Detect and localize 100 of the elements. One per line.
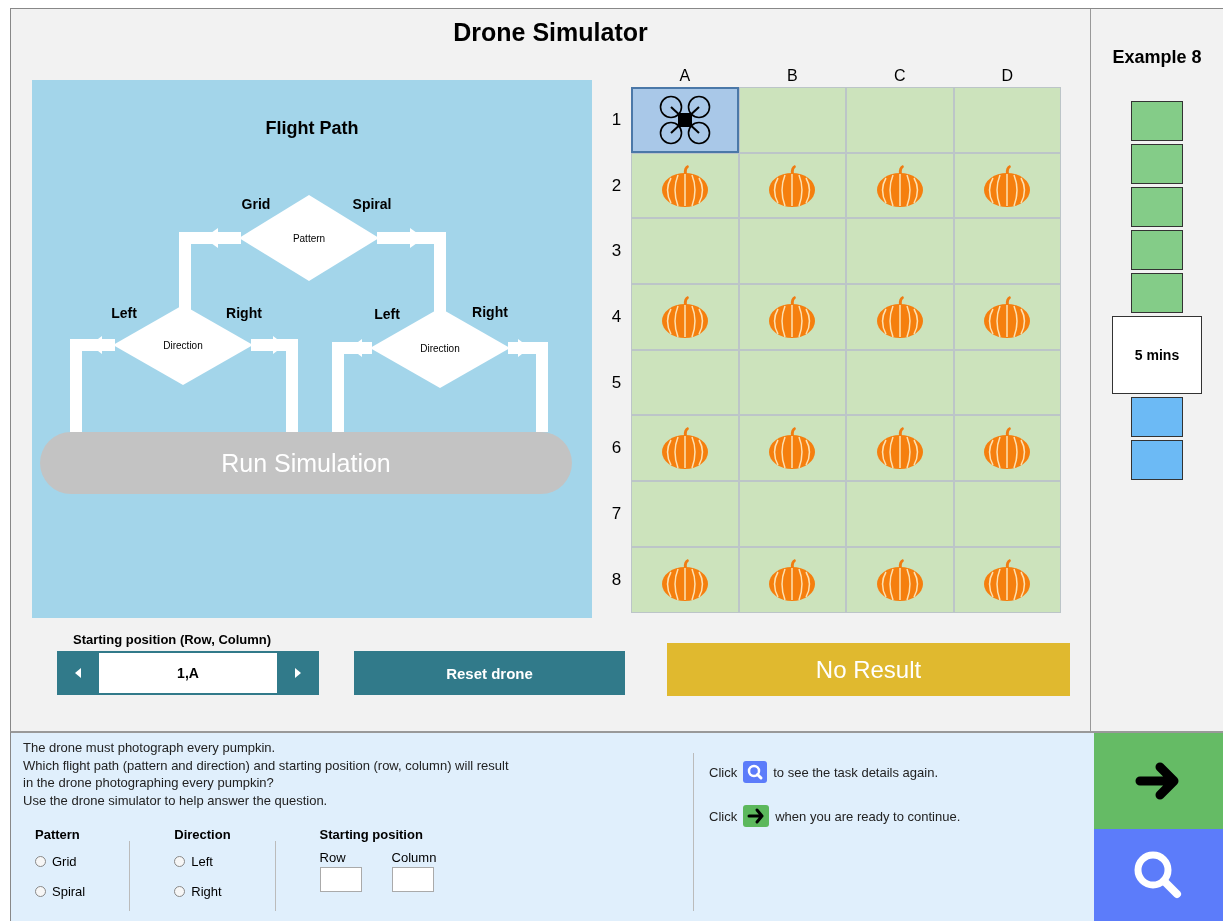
- grid-cell[interactable]: [953, 546, 1061, 613]
- grid-cell[interactable]: [738, 415, 846, 482]
- row-label: 2: [610, 174, 623, 197]
- pattern-label: Pattern: [292, 233, 326, 244]
- grid-cell[interactable]: [846, 481, 954, 547]
- search-icon: [743, 761, 768, 783]
- pumpkin-icon: [768, 294, 817, 339]
- grid-cell[interactable]: [846, 349, 954, 416]
- grid-cell[interactable]: [738, 546, 846, 613]
- grid-cell[interactable]: [953, 349, 1061, 416]
- pumpkin-icon: [875, 294, 924, 339]
- branch-label: Left: [111, 305, 137, 321]
- grid-cell[interactable]: [631, 349, 739, 416]
- radio-circle[interactable]: [174, 855, 186, 867]
- grid-cell[interactable]: [631, 284, 739, 350]
- pumpkin-icon: [983, 557, 1032, 602]
- grid-cell[interactable]: [738, 87, 846, 153]
- row-label: 6: [610, 437, 623, 460]
- grid-cell[interactable]: [738, 152, 846, 219]
- hint-text: Click: [709, 764, 738, 780]
- pumpkin-icon: [768, 557, 817, 602]
- pumpkin-icon: [983, 426, 1032, 471]
- group-heading: Starting position: [319, 827, 424, 842]
- grid-cell[interactable]: [631, 87, 739, 153]
- example-title: Example 8: [1112, 47, 1202, 68]
- column-label: A: [678, 67, 692, 85]
- grid-cell[interactable]: [846, 152, 954, 219]
- row-label: 3: [610, 240, 623, 263]
- grid-cell[interactable]: [631, 546, 739, 613]
- pumpkin-icon: [768, 426, 817, 471]
- grid-cell[interactable]: [953, 218, 1061, 285]
- question-text: in the drone photographing every pumpkin?: [23, 774, 275, 792]
- grid-cell[interactable]: [631, 152, 739, 219]
- branch-label: Left: [374, 306, 400, 322]
- grid-cell[interactable]: [738, 349, 846, 416]
- grid-cell[interactable]: [631, 415, 739, 482]
- grid-cell[interactable]: [738, 218, 846, 285]
- flowchart-title: Flight Path: [265, 118, 359, 138]
- branch-label: Spiral: [352, 196, 392, 212]
- starting-position-label: Starting position (Row, Column): [73, 632, 273, 647]
- radio-option[interactable]: Grid: [35, 850, 86, 872]
- pumpkin-icon: [660, 426, 709, 471]
- grid-cell[interactable]: [953, 415, 1061, 482]
- pumpkin-icon: [660, 294, 709, 339]
- branch-label: Right: [226, 305, 262, 321]
- grid-cell[interactable]: [846, 218, 954, 285]
- direction-label: Direction: [163, 340, 203, 351]
- grid-cell[interactable]: [953, 284, 1061, 350]
- pumpkin-icon: [875, 557, 924, 602]
- branch-label: Right: [472, 304, 508, 320]
- radio-circle[interactable]: [35, 855, 46, 867]
- group-heading: Direction: [174, 827, 231, 842]
- hint-text: when you are ready to continue.: [775, 808, 961, 824]
- field-label: Column: [391, 850, 437, 865]
- grid-cell[interactable]: [846, 87, 954, 153]
- row-label: 7: [610, 502, 623, 525]
- timer-label: 5 mins: [1112, 316, 1202, 394]
- grid-cell[interactable]: [953, 152, 1061, 219]
- next-button[interactable]: [1093, 733, 1223, 829]
- question-text: The drone must photograph every pumpkin.: [23, 739, 277, 757]
- pumpkin-icon: [875, 426, 924, 471]
- radio-circle[interactable]: [174, 885, 186, 897]
- radio-option[interactable]: Spiral: [35, 880, 86, 902]
- grid-cell[interactable]: [953, 481, 1061, 547]
- input-field[interactable]: [319, 867, 362, 892]
- question-text: Which flight path (pattern and direction) and starting position (row, column) will result: [23, 756, 510, 774]
- pumpkin-icon: [875, 163, 924, 208]
- branch-label: Grid: [241, 196, 271, 212]
- grid-cell[interactable]: [631, 218, 739, 285]
- grid-cell[interactable]: [846, 284, 954, 350]
- reset-drone-button[interactable]: Reset drone: [354, 651, 625, 695]
- grid-cell[interactable]: [953, 87, 1061, 153]
- pumpkin-icon: [983, 163, 1032, 208]
- starting-position-value: 1,A: [99, 653, 277, 693]
- radio-option[interactable]: Left: [174, 850, 231, 872]
- radio-option[interactable]: Right: [174, 880, 231, 902]
- column-label: B: [785, 67, 799, 85]
- pumpkin-icon: [768, 163, 817, 208]
- right-triangle-icon: [295, 668, 301, 678]
- direction-label: Direction: [420, 343, 460, 354]
- column-label: C: [892, 67, 907, 85]
- input-field[interactable]: [391, 867, 434, 892]
- left-triangle-icon: [75, 668, 81, 678]
- grid-cell[interactable]: [631, 481, 739, 547]
- grid-cell[interactable]: [738, 284, 846, 350]
- hint-text: Click: [709, 808, 738, 824]
- row-label: 8: [610, 568, 623, 591]
- row-label: 5: [610, 371, 623, 394]
- radio-circle[interactable]: [35, 885, 46, 897]
- question-text: Use the drone simulator to help answer the question.: [23, 791, 329, 809]
- grid-cell[interactable]: [846, 415, 954, 482]
- row-label: 1: [610, 108, 623, 131]
- search-button[interactable]: [1093, 829, 1223, 921]
- grid-cell[interactable]: [738, 481, 846, 547]
- pumpkin-icon: [983, 294, 1032, 339]
- column-label: D: [1000, 67, 1015, 85]
- grid-cell[interactable]: [846, 546, 954, 613]
- row-label: 4: [610, 305, 623, 328]
- pumpkin-icon: [660, 163, 709, 208]
- page-title: Drone Simulator: [452, 17, 649, 48]
